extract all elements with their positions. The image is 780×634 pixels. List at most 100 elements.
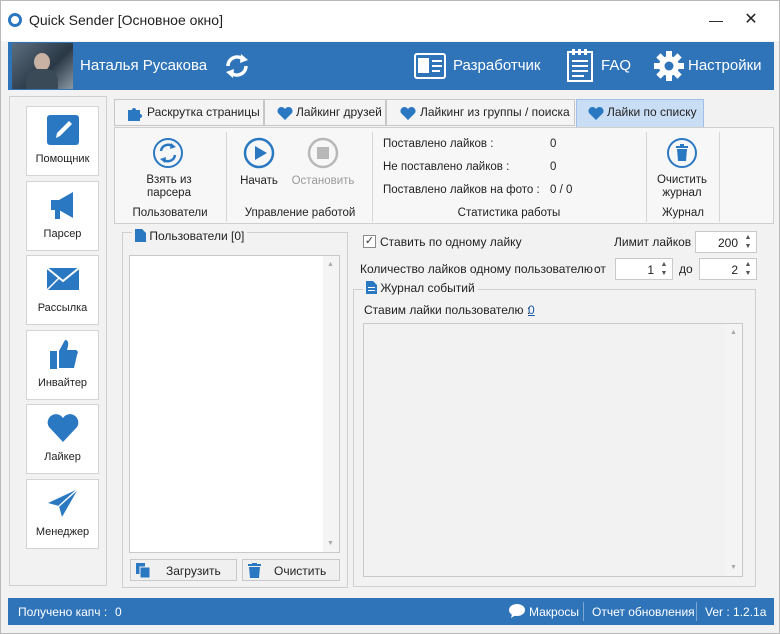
- to-label: до: [679, 262, 693, 276]
- sidebar-item-mailing[interactable]: Рассылка: [26, 255, 99, 325]
- id-card-icon[interactable]: [414, 53, 446, 79]
- tab-friends-liking[interactable]: Лайкинг друзей: [264, 99, 386, 126]
- spin-down-icon[interactable]: ▼: [742, 242, 754, 251]
- captcha-label: Получено капч :: [18, 605, 108, 619]
- macros-link[interactable]: Макросы: [529, 605, 579, 619]
- sidebar-item-label: Парсер: [43, 228, 82, 240]
- heart-icon: [400, 106, 416, 120]
- settings-link[interactable]: Настройки: [688, 57, 762, 74]
- ribbon-group-control: Управление работой: [244, 207, 356, 219]
- from-label: от: [594, 262, 606, 276]
- sidebar-item-liker[interactable]: Лайкер: [26, 404, 99, 474]
- stat-label: Не поставлено лайков :: [383, 161, 510, 173]
- tab-group-search-liking[interactable]: Лайкинг из группы / поиска: [386, 99, 575, 126]
- sidebar-item-label: Инвайтер: [37, 377, 88, 389]
- close-button[interactable]: ✕: [736, 9, 766, 33]
- heart-icon: [588, 106, 604, 120]
- stop-icon: [307, 137, 339, 169]
- sidebar-item-parser[interactable]: Парсер: [26, 181, 99, 251]
- stat-value: 0: [550, 161, 557, 173]
- sidebar: Помощник Парсер Рассылка Инвайтер Лайкер…: [9, 96, 107, 586]
- users-list-scrollbar[interactable]: ▲ ▼: [323, 256, 339, 552]
- minimize-button[interactable]: —: [701, 9, 731, 33]
- paper-plane-icon: [48, 488, 79, 517]
- stop-button: Остановить: [291, 175, 355, 187]
- main-window: Quick Sender [Основное окно] — ✕ Наталья…: [0, 0, 780, 634]
- megaphone-icon: [51, 192, 73, 219]
- spin-down-icon[interactable]: ▼: [658, 269, 670, 278]
- update-report-link[interactable]: Отчет обновления: [592, 605, 695, 619]
- spin-down-icon[interactable]: ▼: [742, 269, 754, 278]
- avatar[interactable]: [12, 43, 73, 89]
- app-icon: [8, 13, 22, 27]
- sidebar-item-label: Менеджер: [35, 526, 90, 538]
- version-label: Ver : 1.2.1a: [705, 605, 767, 619]
- like-limit-spinner[interactable]: 200 ▲ ▼: [695, 231, 757, 253]
- journal-log[interactable]: ▲ ▼: [363, 323, 743, 577]
- to-spinner[interactable]: 2 ▲ ▼: [699, 258, 757, 280]
- journal-scrollbar[interactable]: ▲ ▼: [726, 324, 742, 576]
- tab-bar: Раскрутка страницы Лайкинг друзей Лайкин…: [114, 99, 774, 128]
- heart-icon: [277, 106, 293, 120]
- chat-icon[interactable]: [509, 604, 525, 618]
- trash-icon: [248, 563, 261, 578]
- developer-link[interactable]: Разработчик: [453, 57, 540, 74]
- liking-user-label: Ставим лайки пользователю :: [364, 303, 531, 317]
- sync-icon[interactable]: [221, 50, 253, 82]
- per-user-label: Количество лайков одному пользователю :: [360, 262, 600, 276]
- liking-user-link[interactable]: 0: [528, 303, 535, 317]
- stat-value: 0 / 0: [550, 184, 573, 196]
- thumbs-up-icon: [50, 340, 78, 369]
- document-icon: [135, 229, 146, 242]
- from-spinner[interactable]: 1 ▲ ▼: [615, 258, 673, 280]
- one-like-label: Ставить по одному лайку: [380, 235, 522, 249]
- sidebar-item-label: Лайкер: [44, 451, 81, 463]
- tab-label: Раскрутка страницы: [147, 105, 260, 119]
- sidebar-item-helper[interactable]: Помощник: [26, 106, 99, 176]
- ribbon: Взять из парсера Пользователи Начать Ост…: [114, 127, 774, 224]
- stat-value: 0: [550, 138, 557, 150]
- spin-up-icon[interactable]: ▲: [742, 233, 754, 242]
- sidebar-item-label: Рассылка: [37, 302, 88, 314]
- refresh-icon[interactable]: [152, 137, 184, 169]
- sidebar-item-label: Помощник: [35, 153, 90, 165]
- spin-up-icon[interactable]: ▲: [742, 260, 754, 269]
- users-list[interactable]: ▲ ▼: [129, 255, 340, 553]
- top-bar: Наталья Русакова Разработчик FAQ Настрой…: [8, 42, 774, 90]
- tab-label: Лайки по списку: [607, 105, 697, 119]
- take-from-parser-button[interactable]: Взять из парсера: [129, 174, 209, 200]
- heart-icon: [47, 414, 79, 442]
- ribbon-group-stats: Статистика работы: [457, 207, 561, 219]
- start-button[interactable]: Начать: [233, 175, 285, 187]
- captcha-value: 0: [115, 605, 122, 619]
- stat-label: Поставлено лайков :: [383, 138, 494, 150]
- gear-icon[interactable]: [652, 49, 686, 83]
- like-limit-label: Лимит лайков :: [614, 235, 698, 249]
- sidebar-item-manager[interactable]: Менеджер: [26, 479, 99, 549]
- clear-users-button[interactable]: Очистить: [242, 559, 340, 581]
- title-bar: Quick Sender [Основное окно] — ✕: [1, 1, 779, 41]
- pencil-icon: [47, 115, 79, 145]
- ribbon-group-users: Пользователи: [132, 207, 208, 219]
- clear-journal-button[interactable]: Очистить журнал: [647, 174, 717, 200]
- envelope-icon: [46, 267, 80, 291]
- ribbon-group-journal: Журнал: [662, 207, 704, 219]
- load-button[interactable]: Загрузить: [130, 559, 237, 581]
- sidebar-item-inviter[interactable]: Инвайтер: [26, 330, 99, 400]
- document-icon[interactable]: [567, 49, 593, 82]
- puzzle-icon: [128, 108, 142, 121]
- username[interactable]: Наталья Русакова: [80, 57, 207, 74]
- copy-icon: [136, 563, 150, 578]
- one-like-checkbox[interactable]: ✓: [363, 235, 376, 248]
- tab-page-promotion[interactable]: Раскрутка страницы: [114, 99, 264, 126]
- faq-link[interactable]: FAQ: [601, 57, 631, 74]
- trash-icon[interactable]: [666, 137, 698, 169]
- tab-label: Лайкинг из группы / поиска: [420, 105, 570, 119]
- stat-label: Поставлено лайков на фото :: [383, 184, 540, 196]
- journal-panel-title: Журнал событий: [363, 281, 478, 295]
- users-panel-title: Пользователи [0]: [132, 229, 248, 243]
- tab-list-likes[interactable]: Лайки по списку: [576, 99, 704, 128]
- spin-up-icon[interactable]: ▲: [658, 260, 670, 269]
- play-icon[interactable]: [243, 137, 275, 169]
- tab-label: Лайкинг друзей: [296, 105, 382, 119]
